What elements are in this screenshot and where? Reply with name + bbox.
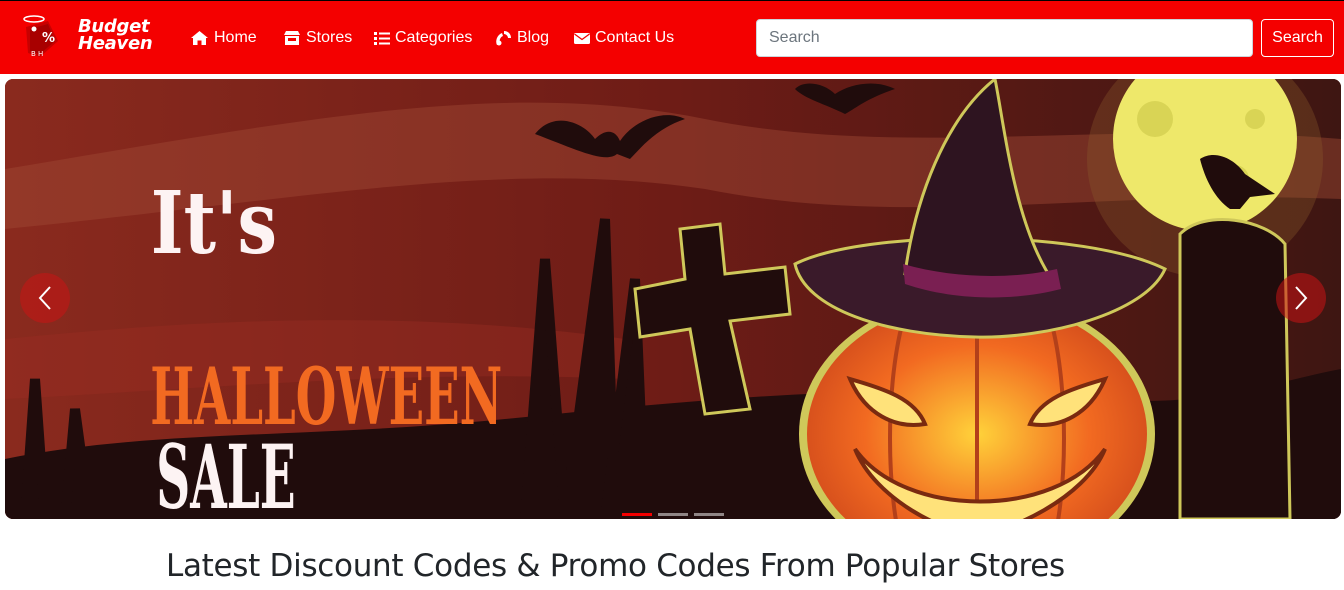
nav-categories-label: Categories bbox=[395, 29, 473, 46]
carousel-indicator-3[interactable] bbox=[694, 513, 724, 516]
nav-blog-label: Blog bbox=[517, 29, 550, 46]
envelope-icon bbox=[574, 32, 590, 44]
search-input[interactable] bbox=[756, 19, 1253, 57]
carousel-indicator-1[interactable] bbox=[622, 513, 652, 516]
brand-logo[interactable]: % B H Budget Heaven bbox=[18, 13, 158, 61]
brand-name-line2: Heaven bbox=[78, 33, 153, 54]
price-tag-logo-icon: % B H bbox=[23, 15, 58, 58]
nav-contact-label: Contact Us bbox=[595, 29, 675, 46]
home-icon bbox=[191, 31, 208, 45]
search-button[interactable]: Search bbox=[1261, 19, 1334, 57]
nav-home[interactable]: Home bbox=[190, 27, 257, 49]
store-icon bbox=[284, 31, 300, 45]
blog-icon bbox=[496, 30, 511, 45]
chevron-left-icon bbox=[38, 286, 51, 310]
carousel-next-button[interactable] bbox=[1276, 273, 1326, 323]
carousel-indicators bbox=[5, 513, 1341, 516]
svg-text:%: % bbox=[42, 31, 55, 46]
slide-line1-text: It's bbox=[151, 173, 277, 274]
slide-line3-text: SALE bbox=[156, 426, 296, 519]
halloween-sale-banner-image: It's HALLOWEEN SALE bbox=[5, 79, 1341, 519]
nav-stores[interactable]: Stores bbox=[283, 27, 352, 49]
nav-blog[interactable]: Blog bbox=[495, 27, 549, 49]
top-navbar: % B H Budget Heaven Home Stores Categori… bbox=[0, 0, 1344, 74]
section-heading: Latest Discount Codes & Promo Codes From… bbox=[166, 548, 1065, 584]
carousel-indicator-2[interactable] bbox=[658, 513, 688, 516]
svg-text:B H: B H bbox=[31, 50, 43, 58]
list-icon bbox=[374, 32, 390, 45]
nav-categories[interactable]: Categories bbox=[374, 27, 472, 49]
hero-carousel: It's HALLOWEEN SALE bbox=[5, 79, 1341, 519]
chevron-right-icon bbox=[1295, 286, 1308, 310]
nav-home-label: Home bbox=[214, 29, 257, 46]
carousel-prev-button[interactable] bbox=[20, 273, 70, 323]
nav-contact[interactable]: Contact Us bbox=[574, 27, 674, 49]
nav-stores-label: Stores bbox=[306, 29, 353, 46]
